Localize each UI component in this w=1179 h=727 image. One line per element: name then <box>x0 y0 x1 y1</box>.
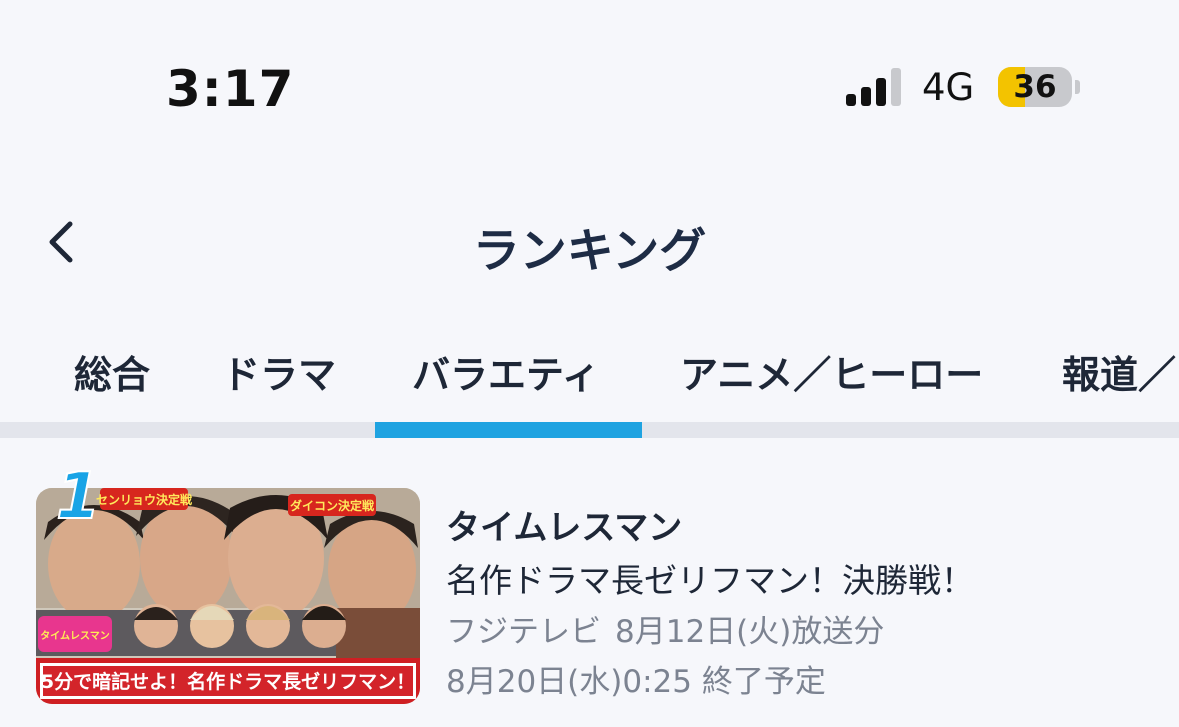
expiry-date: 8月20日(水)0:25 終了予定 <box>446 664 826 700</box>
tab-news[interactable]: 報道／ <box>1062 344 1176 399</box>
broadcast-info: フジテレビ 8月12日(火)放送分 <box>446 606 898 651</box>
rank-number: 1 <box>55 459 102 535</box>
network-name: フジテレビ <box>446 614 601 650</box>
status-bar: 3:17 4G 36 <box>0 0 1179 160</box>
tab-overall[interactable]: 総合 <box>74 344 150 399</box>
show-title: タイムレスマン <box>446 508 683 548</box>
broadcast-date: 8月12日(火)放送分 <box>615 614 885 650</box>
network-type: 4G <box>922 66 975 109</box>
thumbnail-logo: タイムレスマン <box>40 630 110 642</box>
battery-percent: 36 <box>1013 69 1057 105</box>
status-time: 3:17 <box>166 60 295 118</box>
thumbnail-banner: 5分で暗記せよ！名作ドラマ長ゼリフマン！ <box>41 670 415 693</box>
thumbnail-label-right: ダイコン決定戦 <box>290 498 375 513</box>
category-tabs: 総合 ドラマ バラエティ アニメ／ヒーロー 報道／ <box>0 330 1179 442</box>
navigation-bar: ランキング <box>0 190 1179 300</box>
battery-cap <box>1075 80 1080 94</box>
tab-drama[interactable]: ドラマ <box>222 344 336 399</box>
tab-anime-hero[interactable]: アニメ／ヒーロー <box>680 344 983 399</box>
tab-variety[interactable]: バラエティ <box>412 344 600 399</box>
page-title: ランキング <box>472 224 707 279</box>
battery-icon: 36 <box>998 67 1072 107</box>
thumbnail-label-left: センリョウ決定戦 <box>96 492 193 507</box>
episode-title: 名作ドラマ長ゼリフマン！決勝戦！ <box>446 561 974 600</box>
ranking-item[interactable]: センリョウ決定戦 ダイコン決定戦 タイムレスマン 5分で暗記せよ！名作ドラマ長ゼ… <box>0 459 1179 727</box>
tab-selected-indicator <box>375 422 642 438</box>
signal-strength-icon <box>846 68 904 106</box>
